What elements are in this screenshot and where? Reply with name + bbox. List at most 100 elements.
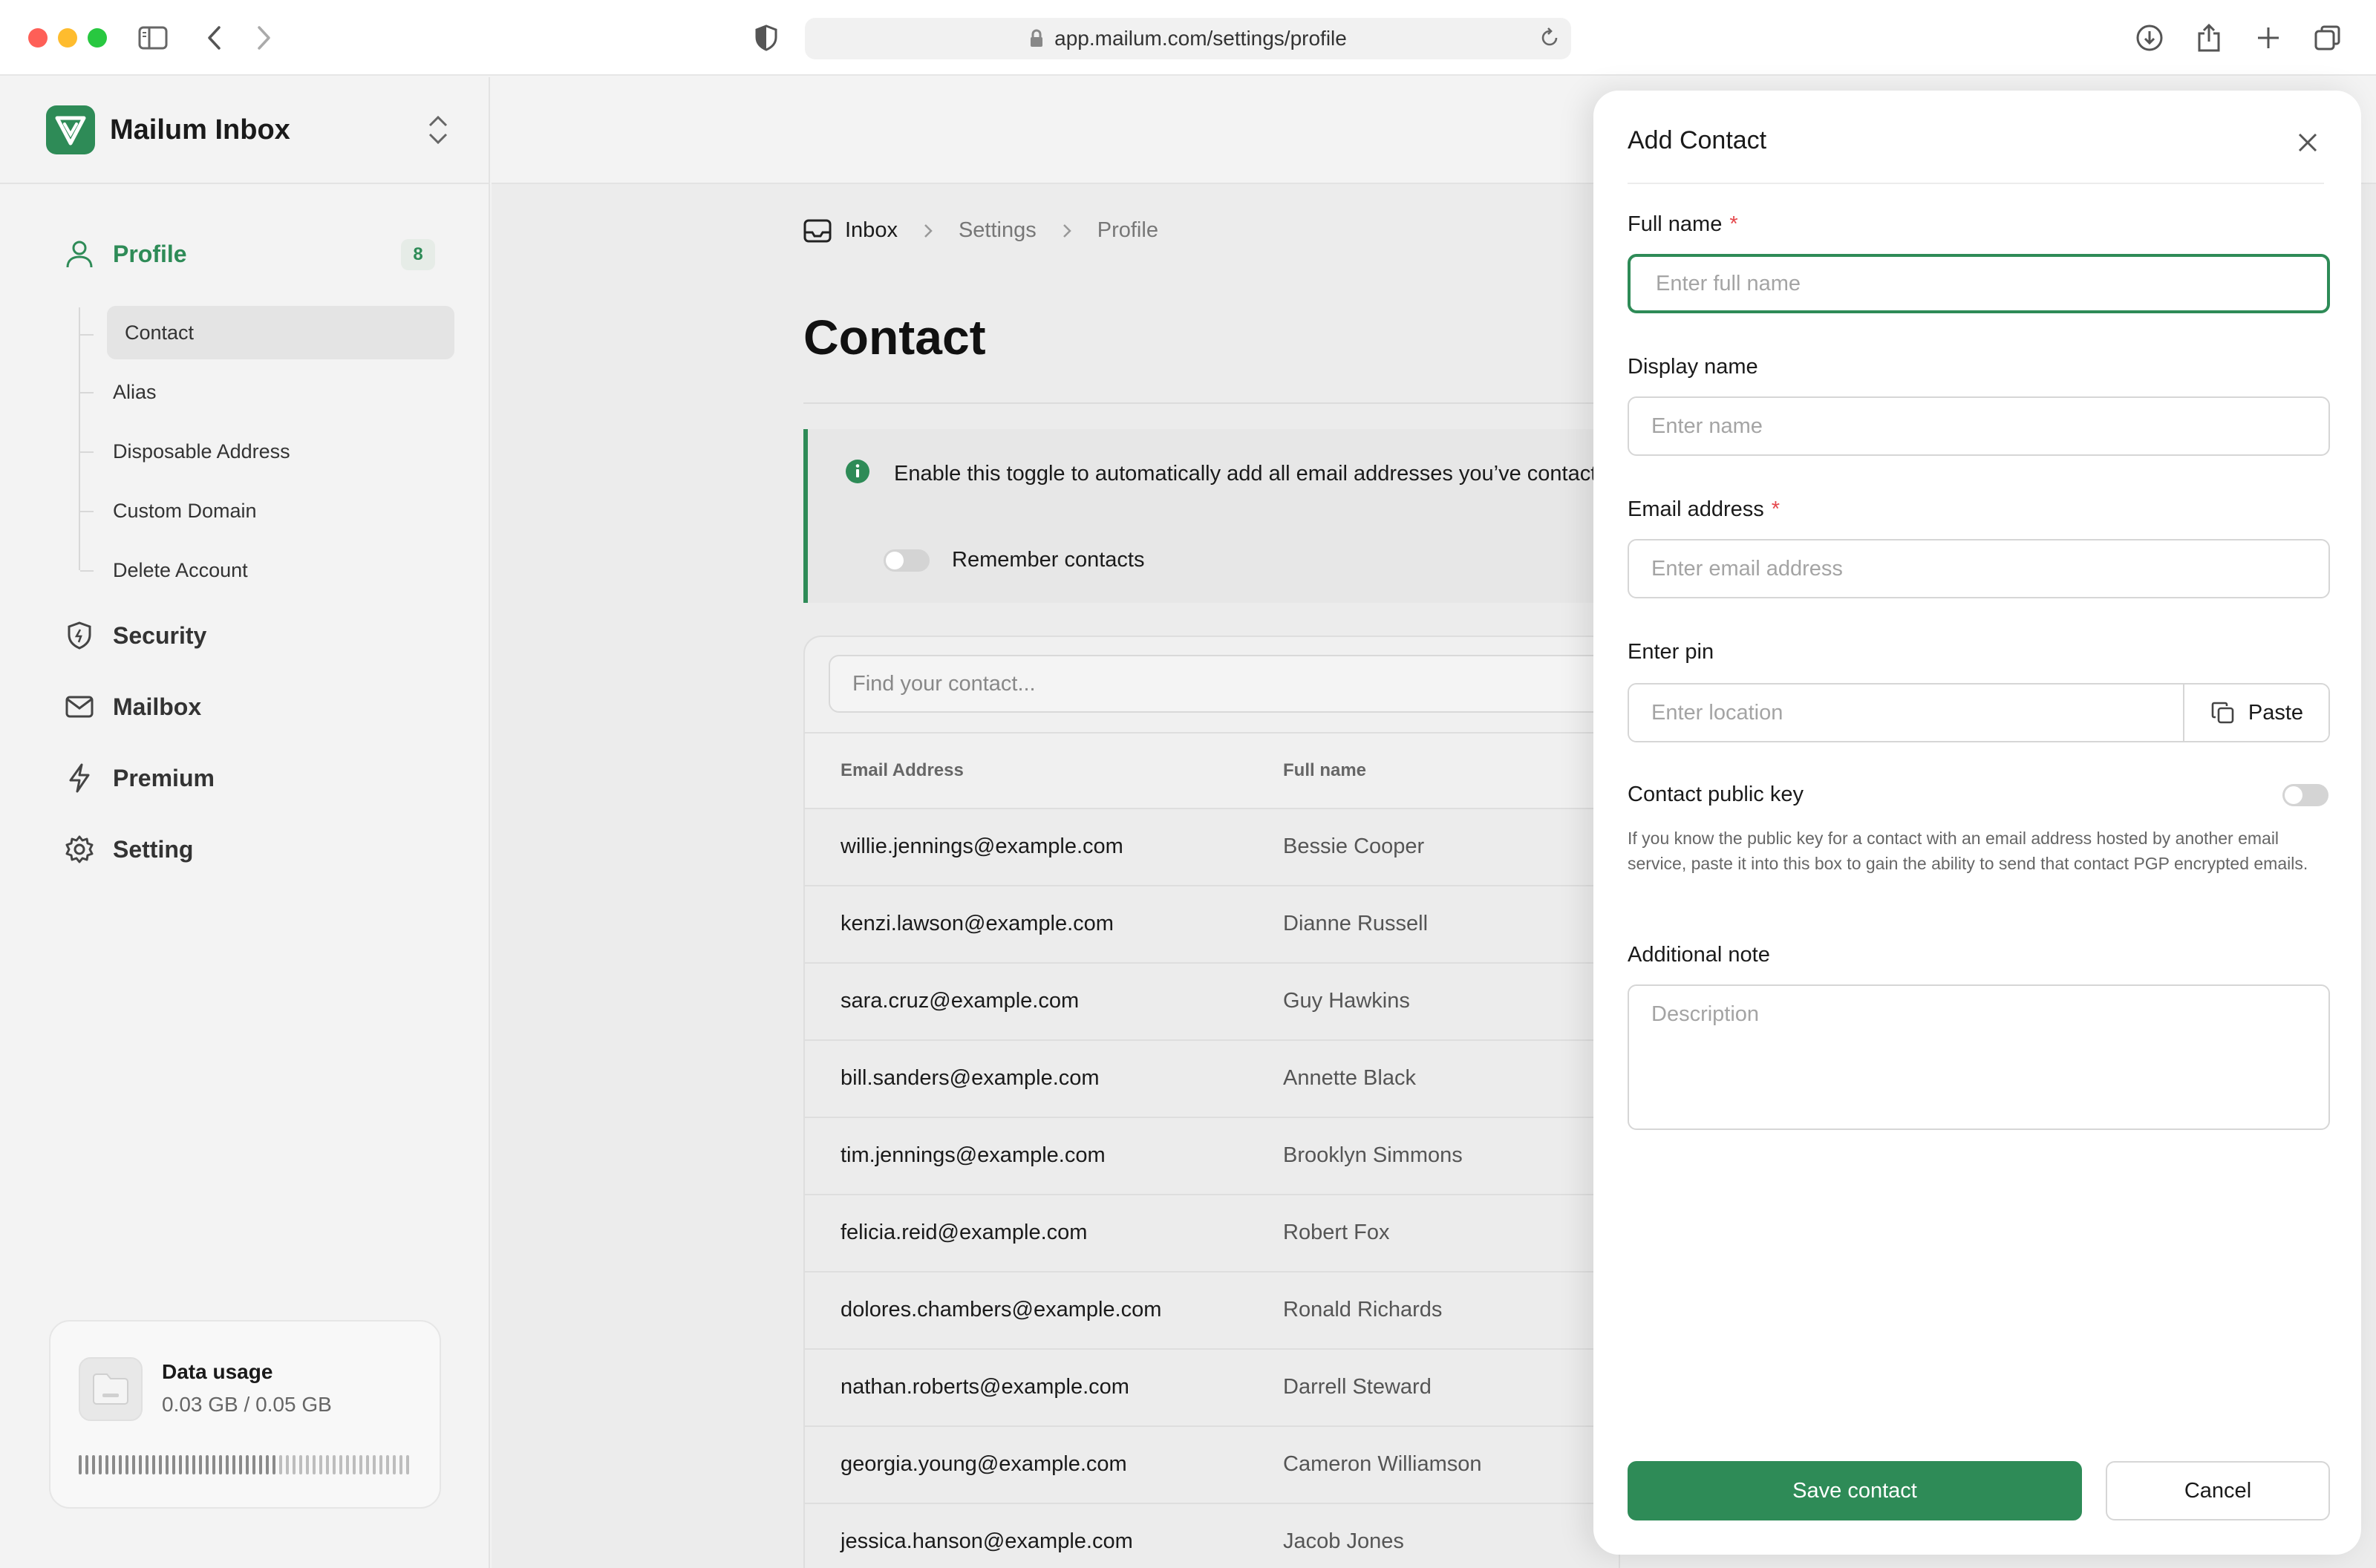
usage-tick: [105, 1455, 108, 1474]
back-icon[interactable]: [206, 21, 223, 55]
profile-count-badge: 8: [401, 239, 435, 270]
usage-tick: [166, 1455, 169, 1474]
mailum-logo-icon: [46, 105, 95, 154]
contact-search-input[interactable]: Find your contact...: [829, 655, 1619, 713]
public-key-toggle[interactable]: [2282, 784, 2328, 806]
folder-icon: [79, 1357, 143, 1421]
usage-tick: [313, 1455, 316, 1474]
plus-icon[interactable]: [2256, 21, 2281, 55]
shield-icon: [62, 618, 97, 653]
usage-tick: [146, 1455, 148, 1474]
public-key-help-text: If you know the public key for a contact…: [1628, 829, 2308, 873]
chevron-right-icon: [923, 223, 933, 239]
table-row[interactable]: georgia.young@example.com Cameron William…: [805, 1427, 1619, 1504]
save-contact-button[interactable]: Save contact: [1628, 1461, 2082, 1520]
email-cell: georgia.young@example.com: [841, 1452, 1127, 1476]
remember-contacts-toggle[interactable]: [884, 549, 930, 572]
maximize-window-button[interactable]: [88, 28, 107, 48]
table-row[interactable]: willie.jennings@example.com Bessie Cooper: [805, 809, 1619, 886]
usage-tick: [92, 1455, 95, 1474]
pin-input[interactable]: [1629, 685, 2183, 741]
usage-progress-bar: [79, 1455, 414, 1474]
sidebar-item-label: Security: [113, 621, 207, 649]
sidebar-subitem-contact[interactable]: Contact: [107, 306, 454, 359]
usage-tick: [339, 1455, 342, 1474]
display-name-input[interactable]: [1628, 396, 2330, 456]
sidebar-subitem-custom-domain[interactable]: Custom Domain: [113, 496, 257, 526]
column-header-email[interactable]: Email Address: [841, 760, 964, 781]
data-usage-card: Data usage 0.03 GB / 0.05 GB: [49, 1320, 441, 1509]
full-name-input[interactable]: [1628, 254, 2330, 313]
table-row[interactable]: felicia.reid@example.com Robert Fox: [805, 1195, 1619, 1273]
sidebar: Mailum Inbox Profile 8 Contact Alias Dis…: [0, 77, 490, 1568]
usage-tick: [319, 1455, 322, 1474]
full-name-cell: Bessie Cooper: [1283, 834, 1425, 858]
usage-tick: [359, 1455, 362, 1474]
sidebar-icon[interactable]: [138, 21, 168, 55]
usage-tick: [152, 1455, 155, 1474]
email-cell: felicia.reid@example.com: [841, 1221, 1088, 1244]
tabs-icon[interactable]: [2314, 21, 2342, 55]
usage-tick: [179, 1455, 182, 1474]
user-icon: [62, 237, 97, 271]
breadcrumb-settings[interactable]: Settings: [959, 218, 1037, 243]
usage-tick: [286, 1455, 289, 1474]
table-row[interactable]: tim.jennings@example.com Brooklyn Simmons: [805, 1118, 1619, 1195]
sidebar-item-mailbox[interactable]: Mailbox: [62, 685, 201, 729]
paste-button[interactable]: Paste: [2183, 685, 2328, 741]
reload-icon[interactable]: [1538, 27, 1561, 54]
sidebar-subitem-disposable-address[interactable]: Disposable Address: [113, 437, 290, 466]
table-row[interactable]: nathan.roberts@example.com Darrell Stewar…: [805, 1350, 1619, 1427]
forward-icon[interactable]: [255, 21, 272, 55]
table-row[interactable]: sara.cruz@example.com Guy Hawkins: [805, 964, 1619, 1041]
full-name-cell: Darrell Steward: [1283, 1375, 1432, 1399]
close-icon[interactable]: [2291, 126, 2324, 159]
remember-contacts-notice: Enable this toggle to automatically add …: [803, 429, 1620, 603]
table-row[interactable]: jessica.hanson@example.com Jacob Jones: [805, 1504, 1619, 1568]
browser-toolbar: app.mailum.com/settings/profile: [0, 0, 2376, 76]
shield-icon[interactable]: [754, 21, 778, 55]
add-contact-dialog: Add Contact Full name* Display name Emai…: [1593, 91, 2361, 1555]
additional-note-label: Additional note: [1628, 943, 1770, 967]
chevron-up-down-icon[interactable]: [426, 113, 450, 151]
label-text: Full name: [1628, 212, 1723, 236]
workspace-switcher[interactable]: Mailum Inbox: [0, 77, 489, 184]
email-address-label: Email address *: [1628, 497, 1780, 522]
close-window-button[interactable]: [28, 28, 48, 48]
email-address-input[interactable]: [1628, 539, 2330, 598]
sidebar-item-profile[interactable]: Profile: [62, 232, 187, 276]
usage-tick: [125, 1455, 128, 1474]
additional-note-textarea[interactable]: [1628, 984, 2330, 1130]
table-row[interactable]: bill.sanders@example.com Annette Black: [805, 1041, 1619, 1118]
share-icon[interactable]: [2196, 21, 2222, 55]
email-cell: sara.cruz@example.com: [841, 989, 1080, 1013]
usage-tick: [199, 1455, 202, 1474]
sidebar-subitem-alias[interactable]: Alias: [113, 377, 157, 407]
usage-tick: [239, 1455, 242, 1474]
sidebar-subitem-delete-account[interactable]: Delete Account: [113, 555, 248, 585]
cancel-button[interactable]: Cancel: [2106, 1461, 2330, 1520]
minimize-window-button[interactable]: [58, 28, 77, 48]
label-text: Email address: [1628, 497, 1764, 521]
sidebar-item-security[interactable]: Security: [62, 613, 206, 658]
breadcrumb-inbox[interactable]: Inbox: [803, 218, 898, 243]
email-cell: tim.jennings@example.com: [841, 1143, 1106, 1167]
table-row[interactable]: kenzi.lawson@example.com Dianne Russell: [805, 886, 1619, 964]
table-row[interactable]: dolores.chambers@example.com Ronald Richa…: [805, 1273, 1619, 1350]
breadcrumb-profile[interactable]: Profile: [1097, 218, 1158, 243]
sidebar-item-premium[interactable]: Premium: [62, 756, 215, 800]
usage-tick: [219, 1455, 222, 1474]
full-name-cell: Annette Black: [1283, 1066, 1416, 1090]
pin-label: Enter pin: [1628, 640, 1714, 664]
download-icon[interactable]: [2135, 21, 2164, 55]
usage-tick: [252, 1455, 255, 1474]
usage-tick: [85, 1455, 88, 1474]
sidebar-item-setting[interactable]: Setting: [62, 827, 193, 872]
address-bar[interactable]: app.mailum.com/settings/profile: [805, 18, 1571, 59]
tree-tick: [79, 570, 94, 572]
public-key-label: Contact public key: [1628, 783, 1804, 806]
usage-tick: [226, 1455, 229, 1474]
column-header-full-name[interactable]: Full name: [1283, 760, 1366, 781]
usage-tick: [393, 1455, 396, 1474]
breadcrumb: Inbox Settings Profile: [803, 218, 1158, 243]
